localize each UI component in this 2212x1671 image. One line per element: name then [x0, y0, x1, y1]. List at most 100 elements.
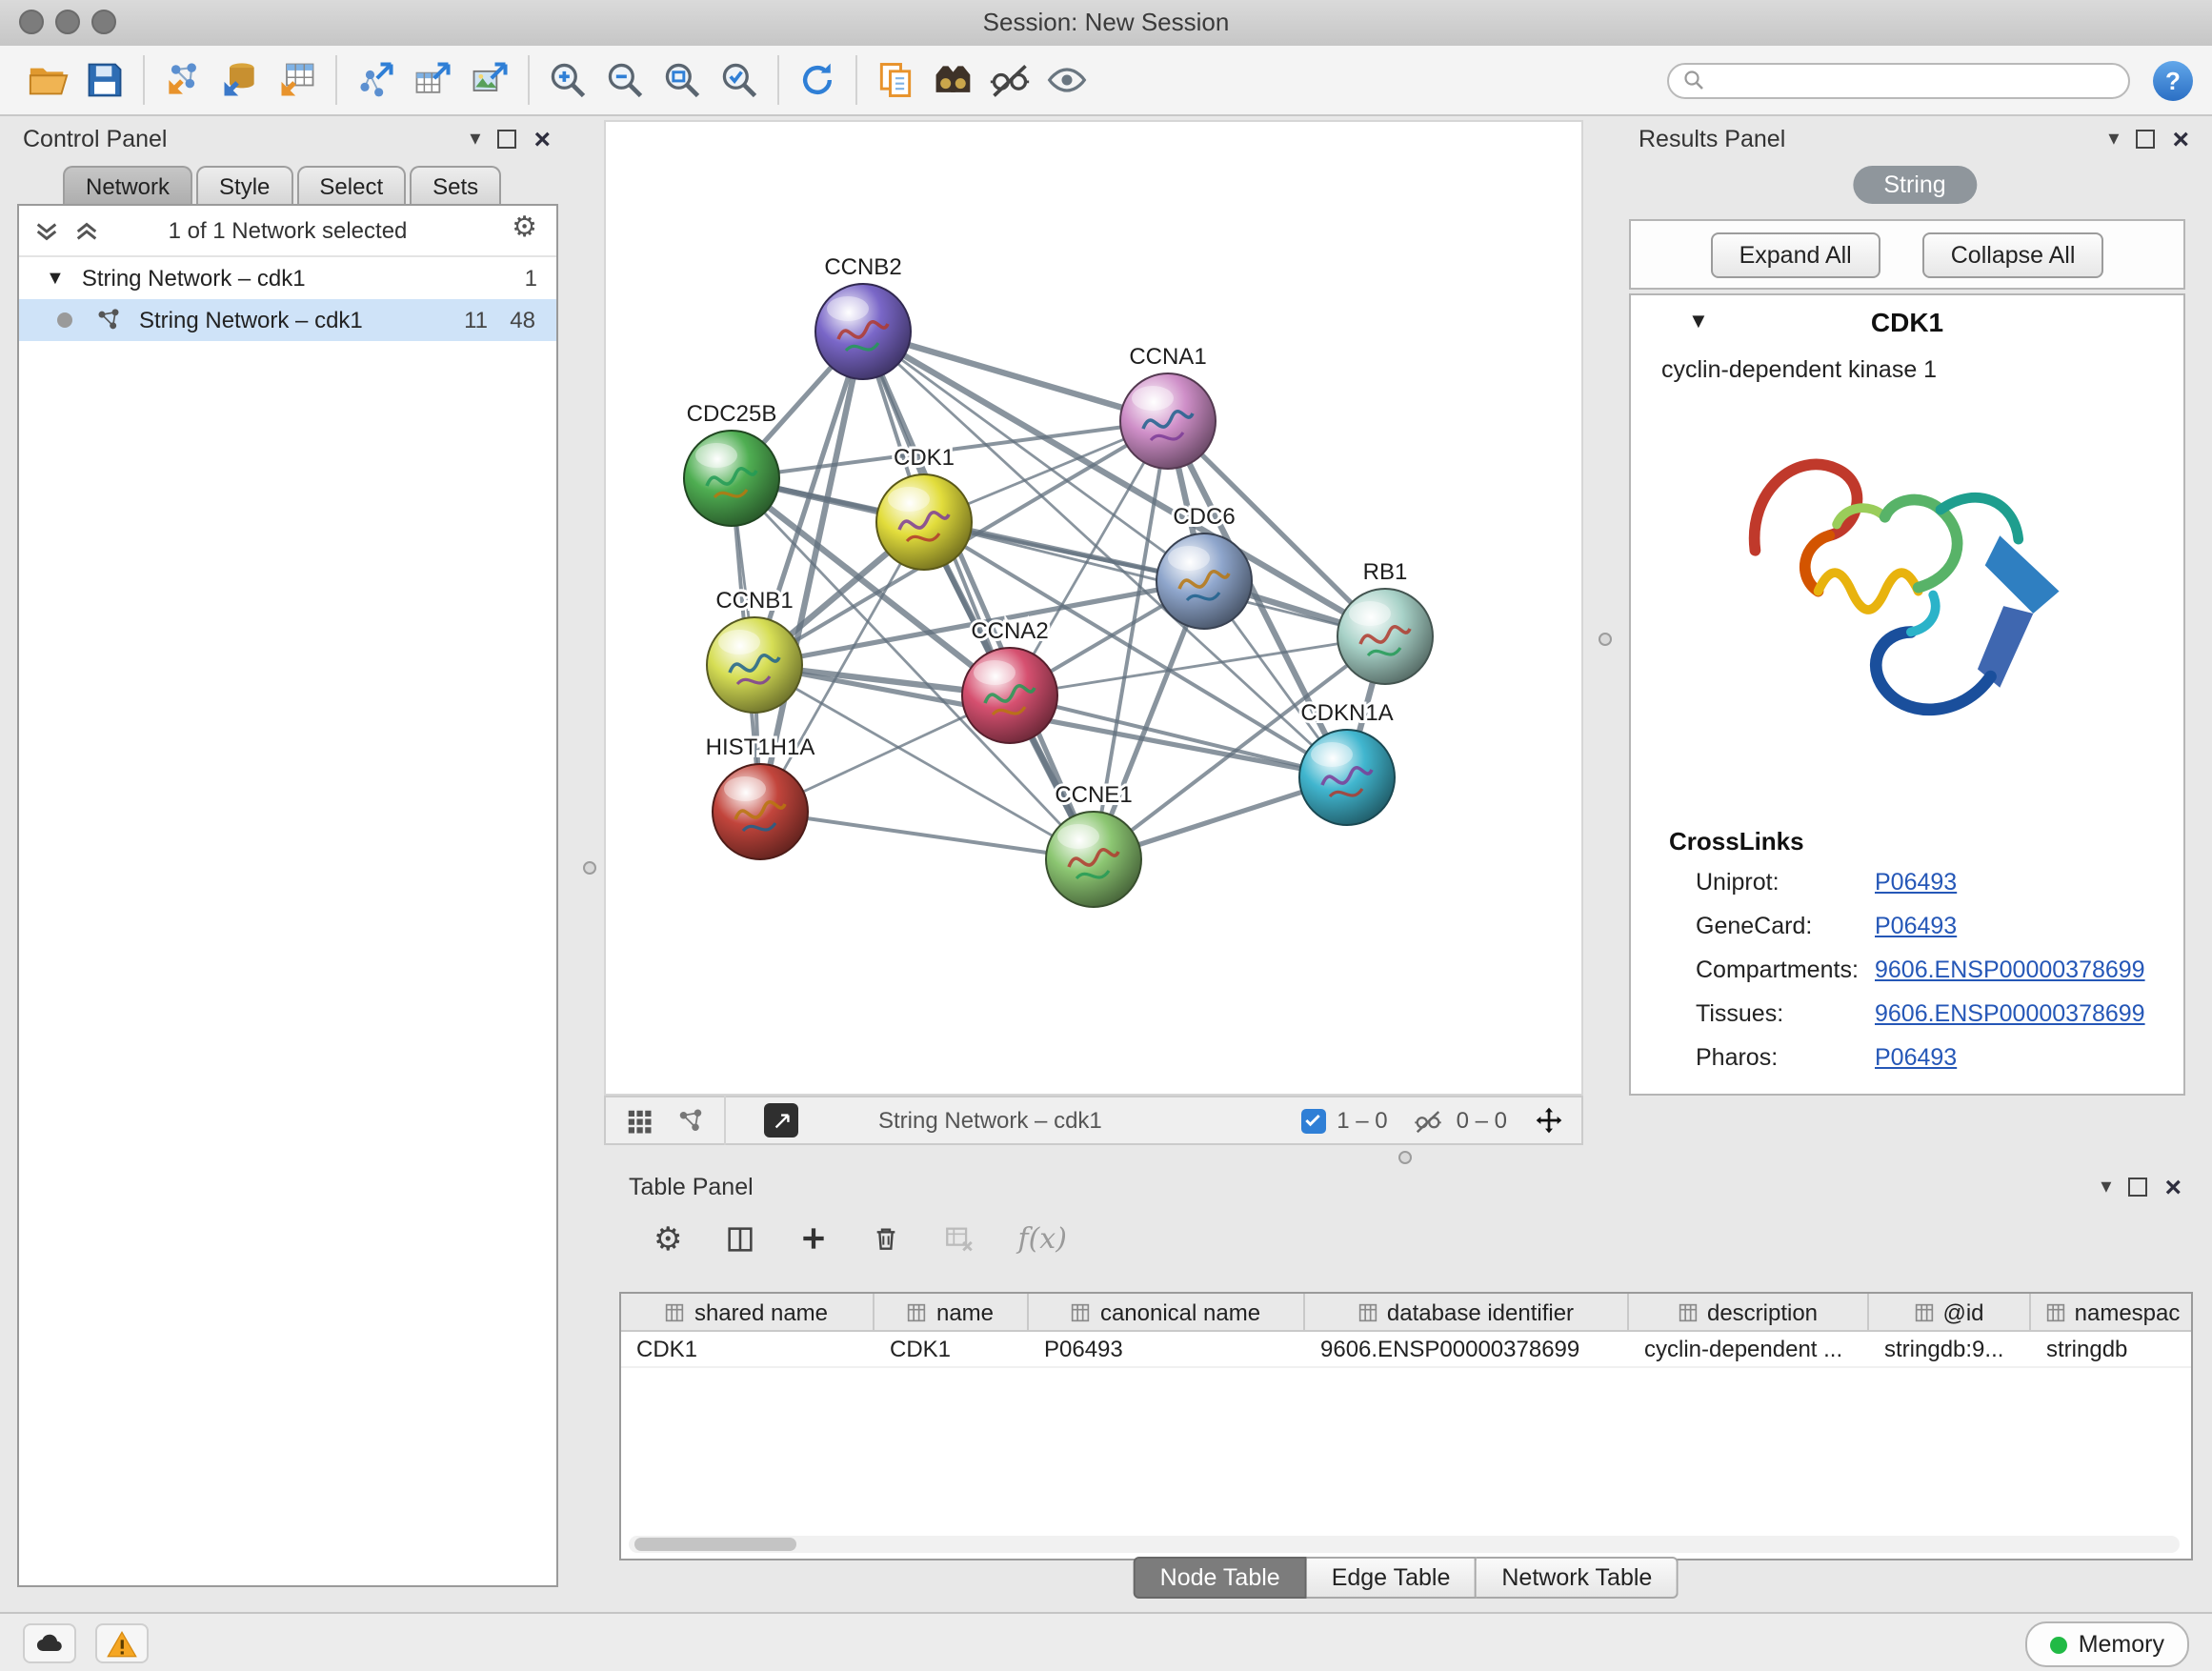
delete-column-trash-icon[interactable]: [872, 1223, 902, 1254]
import-table-from-file-button[interactable]: [269, 51, 326, 109]
collapse-all-button[interactable]: Collapse All: [1922, 232, 2104, 277]
network-node[interactable]: CCNB2: [815, 254, 911, 379]
column-header-description[interactable]: description: [1629, 1294, 1869, 1330]
crosslink-link[interactable]: 9606.ENSP00000378699: [1875, 956, 2145, 983]
zoom-out-button[interactable]: [596, 51, 654, 109]
expand-all-button[interactable]: Expand All: [1711, 232, 1880, 277]
help-button[interactable]: ?: [2153, 60, 2193, 100]
panel-float-icon[interactable]: [2128, 1178, 2147, 1197]
export-table-button[interactable]: [404, 51, 461, 109]
zoom-fit-button[interactable]: [654, 51, 711, 109]
tab-network[interactable]: Network: [63, 166, 192, 204]
export-image-button[interactable]: [461, 51, 518, 109]
export-network-button[interactable]: [347, 51, 404, 109]
horizontal-scrollbar[interactable]: [629, 1536, 2180, 1553]
hidden-glasses-icon[interactable]: [1413, 1106, 1445, 1135]
crosslink-link[interactable]: P06493: [1875, 1044, 1957, 1071]
zoom-selected-button[interactable]: [711, 51, 768, 109]
cell-description[interactable]: cyclin-dependent ...: [1629, 1332, 1869, 1366]
network-collection-row[interactable]: ▼ String Network – cdk1 1: [19, 257, 556, 299]
warnings-button[interactable]: [95, 1623, 149, 1663]
network-edge[interactable]: [863, 332, 1094, 859]
column-header-database-identifier[interactable]: database identifier: [1305, 1294, 1629, 1330]
crosslink-link[interactable]: P06493: [1875, 869, 1957, 896]
table-settings-gear-icon[interactable]: ⚙: [654, 1222, 683, 1255]
network-node[interactable]: RB1: [1337, 559, 1433, 684]
crosslink-link[interactable]: P06493: [1875, 913, 1957, 939]
column-header-namespace[interactable]: namespac: [2031, 1294, 2195, 1330]
network-node[interactable]: HIST1H1A: [706, 735, 815, 859]
import-network-from-database-button[interactable]: [211, 51, 269, 109]
search-box[interactable]: [1667, 62, 2130, 98]
tab-network-table[interactable]: Network Table: [1477, 1557, 1679, 1599]
gear-icon[interactable]: ⚙: [512, 213, 537, 242]
save-session-button[interactable]: [76, 51, 133, 109]
network-row[interactable]: String Network – cdk1 11 48: [19, 299, 556, 341]
add-column-plus-icon[interactable]: [799, 1223, 830, 1254]
column-header-name[interactable]: name: [875, 1294, 1029, 1330]
open-in-new-window-button[interactable]: [764, 1103, 798, 1137]
cell-canonical-name[interactable]: P06493: [1029, 1332, 1305, 1366]
panel-close-icon[interactable]: ×: [533, 125, 551, 153]
show-graphics-details-button[interactable]: [1038, 51, 1096, 109]
network-canvas[interactable]: CCNB2 CCNA1 CDC25B CDK1 CDC6 RB1 CCNB1 CCNA2 CDK…: [606, 122, 1581, 1094]
grid-view-icon[interactable]: [625, 1106, 654, 1135]
tab-node-table[interactable]: Node Table: [1134, 1557, 1307, 1599]
panel-float-icon[interactable]: [2136, 130, 2155, 149]
network-node[interactable]: CCNB1: [707, 588, 802, 713]
column-header-id[interactable]: @id: [1869, 1294, 2031, 1330]
tree-expander-icon[interactable]: ▼: [46, 268, 65, 289]
show-columns-icon[interactable]: [725, 1222, 757, 1255]
scrollbar-thumb[interactable]: [634, 1538, 796, 1551]
tab-select[interactable]: Select: [296, 166, 406, 204]
panel-caret-icon[interactable]: ▾: [2108, 129, 2119, 150]
network-node[interactable]: CDC25B: [684, 401, 779, 526]
network-node[interactable]: CDK1: [876, 445, 972, 570]
selection-checkbox[interactable]: [1300, 1108, 1325, 1133]
memory-button[interactable]: Memory: [2025, 1621, 2189, 1667]
network-edge[interactable]: [760, 812, 1094, 859]
left-splitter-handle[interactable]: [583, 861, 596, 875]
column-header-canonical-name[interactable]: canonical name: [1029, 1294, 1305, 1330]
table-row[interactable]: CDK1 CDK1 P06493 9606.ENSP00000378699 cy…: [621, 1332, 2191, 1368]
open-session-button[interactable]: [19, 51, 76, 109]
zoom-in-button[interactable]: [539, 51, 596, 109]
cloud-status-button[interactable]: [23, 1623, 76, 1663]
hide-graphics-details-button[interactable]: [981, 51, 1038, 109]
network-node[interactable]: CDKN1A: [1299, 700, 1395, 825]
cell-id[interactable]: stringdb:9...: [1869, 1332, 2031, 1366]
panel-caret-icon[interactable]: ▾: [470, 129, 480, 150]
search-input[interactable]: [1715, 65, 2115, 95]
share-network-icon[interactable]: [676, 1106, 705, 1135]
tab-edge-table[interactable]: Edge Table: [1307, 1557, 1478, 1599]
column-header-shared-name[interactable]: shared name: [621, 1294, 875, 1330]
import-network-from-file-button[interactable]: [154, 51, 211, 109]
cell-namespace[interactable]: stringdb: [2031, 1332, 2195, 1366]
panel-close-icon[interactable]: ×: [2172, 125, 2189, 153]
panel-caret-icon[interactable]: ▾: [2101, 1177, 2111, 1198]
panel-float-icon[interactable]: [497, 130, 516, 149]
network-node[interactable]: CCNA1: [1120, 344, 1216, 469]
network-node[interactable]: CDC6: [1156, 504, 1252, 629]
clone-network-button[interactable]: [867, 51, 924, 109]
tab-style[interactable]: Style: [196, 166, 292, 204]
cell-name[interactable]: CDK1: [875, 1332, 1029, 1366]
right-splitter-handle[interactable]: [1599, 633, 1612, 646]
bottom-splitter-handle[interactable]: [1398, 1151, 1412, 1164]
network-view[interactable]: CCNB2 CCNA1 CDC25B CDK1 CDC6 RB1 CCNB1 CCNA2 CDK…: [604, 120, 1583, 1096]
panel-close-icon[interactable]: ×: [2164, 1173, 2182, 1201]
cell-shared-name[interactable]: CDK1: [621, 1332, 875, 1366]
refresh-view-button[interactable]: [789, 51, 846, 109]
crosslink-link[interactable]: 9606.ENSP00000378699: [1875, 1000, 2145, 1027]
cell-database-identifier[interactable]: 9606.ENSP00000378699: [1305, 1332, 1629, 1366]
tab-sets[interactable]: Sets: [410, 166, 501, 204]
collapse-section-icon[interactable]: ▼: [1688, 311, 1709, 333]
pan-crosshair-icon[interactable]: [1534, 1105, 1564, 1136]
function-builder-icon[interactable]: f(x): [1018, 1221, 1067, 1256]
network-node[interactable]: CCNE1: [1046, 782, 1141, 907]
export-table-icon: [412, 59, 453, 101]
network-node[interactable]: CCNA2: [962, 618, 1057, 743]
protein-card-header[interactable]: ▼ CDK1: [1631, 295, 2183, 349]
network-overview-button[interactable]: [924, 51, 981, 109]
string-tab-badge[interactable]: String: [1853, 166, 1976, 204]
